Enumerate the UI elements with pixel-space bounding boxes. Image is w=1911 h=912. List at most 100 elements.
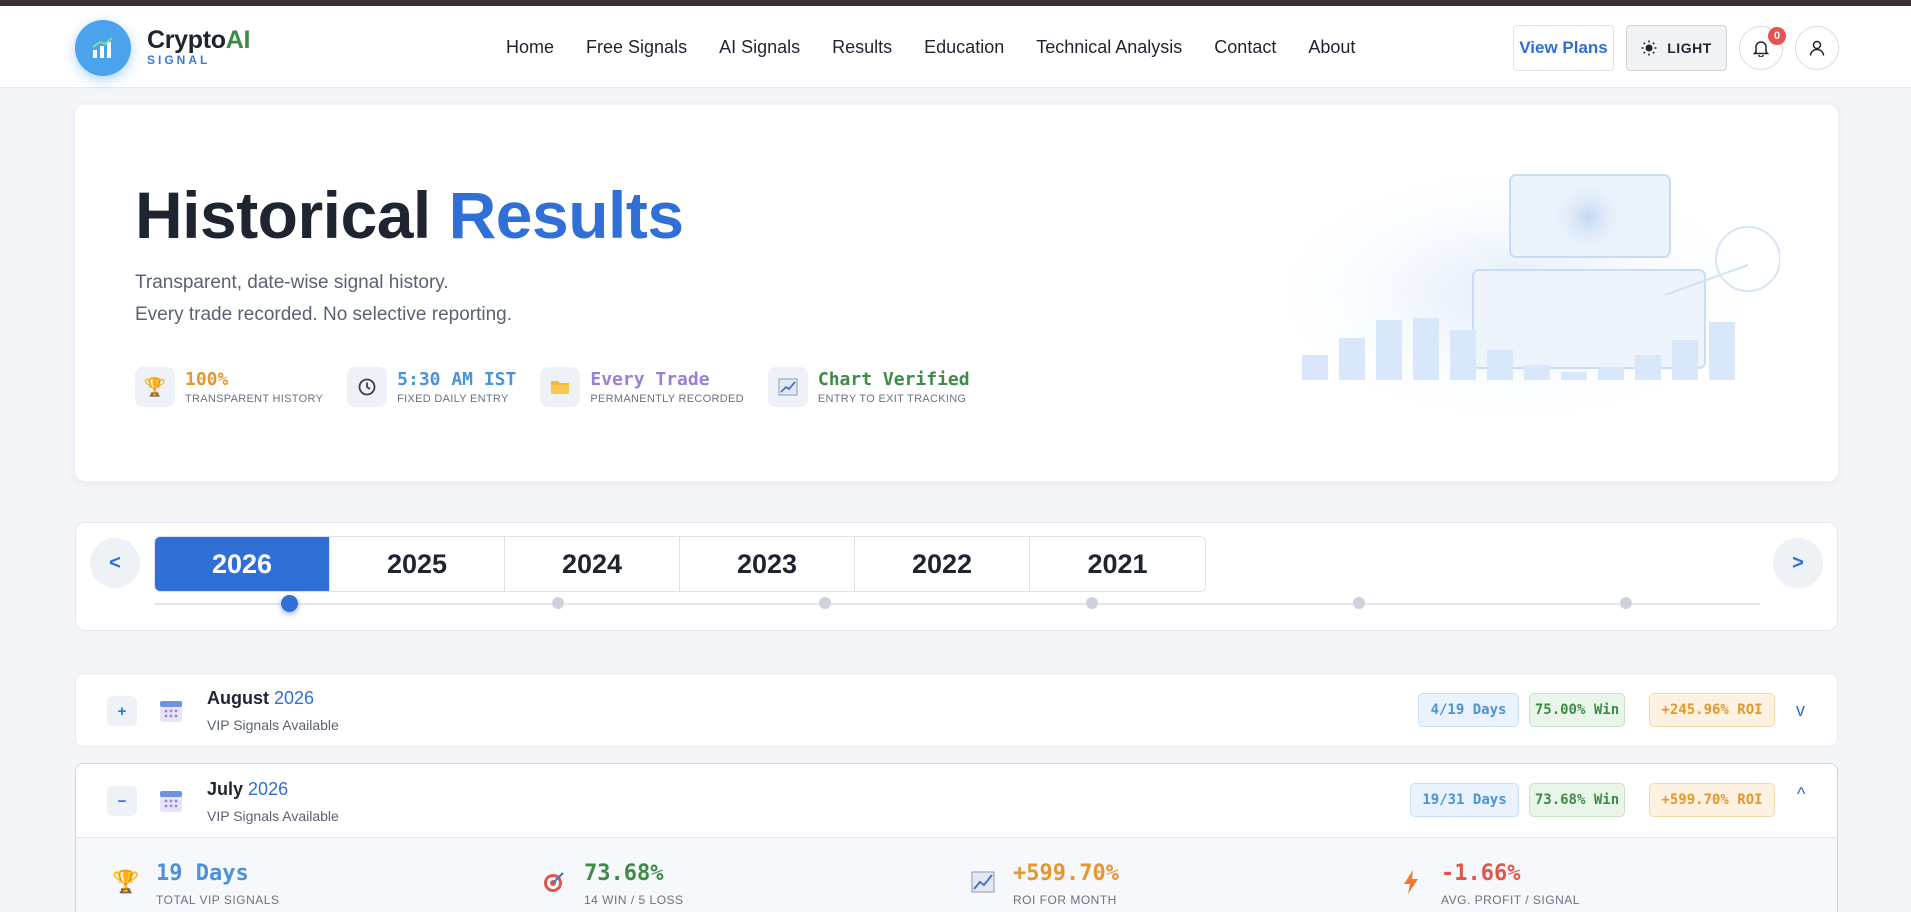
- page-title: Historical Results: [135, 177, 684, 253]
- calendar-icon: [160, 701, 182, 722]
- view-plans-button[interactable]: View Plans: [1513, 25, 1614, 71]
- july-details-panel: 🏆 19 Days TOTAL VIP SIGNALS 73.68% 14 WI…: [75, 837, 1838, 912]
- roi-badge: +599.70% ROI: [1649, 783, 1775, 817]
- year-tabs: 2026 2025 2024 2023 2022 2021: [154, 536, 1206, 592]
- prev-year-button[interactable]: <: [90, 538, 140, 588]
- detail-label: AVG. PROFIT / SIGNAL: [1441, 893, 1580, 907]
- calendar-icon: [160, 791, 182, 812]
- month-year: 2026: [274, 688, 315, 708]
- folder-icon: [540, 367, 581, 407]
- days-badge: 19/31 Days: [1410, 783, 1519, 817]
- stat-value: 100%: [185, 369, 229, 390]
- month-title: August 2026: [207, 688, 314, 709]
- timeline-dot[interactable]: [1086, 597, 1098, 609]
- nav-technical-analysis[interactable]: Technical Analysis: [1036, 37, 1182, 58]
- site-header: CryptoAI SIGNAL Home Free Signals AI Sig…: [0, 6, 1911, 88]
- bolt-icon: [1396, 867, 1426, 897]
- collapse-toggle-button[interactable]: −: [107, 786, 137, 816]
- chevron-down-icon[interactable]: v: [1796, 700, 1805, 721]
- detail-value: -1.66%: [1441, 861, 1521, 886]
- trophy-icon: 🏆: [112, 869, 140, 894]
- year-tab-2022[interactable]: 2022: [855, 537, 1030, 591]
- timeline-dot[interactable]: [819, 597, 831, 609]
- month-subtitle: VIP Signals Available: [207, 717, 339, 733]
- nav-home[interactable]: Home: [506, 37, 554, 58]
- stat-transparent-history: 🏆 100% TRANSPARENT HISTORY: [135, 367, 323, 407]
- year-tab-2023[interactable]: 2023: [680, 537, 855, 591]
- days-badge: 4/19 Days: [1418, 693, 1519, 727]
- detail-value: 19 Days: [156, 861, 249, 886]
- detail-label: ROI FOR MONTH: [1013, 893, 1117, 907]
- stat-every-trade: Every Trade PERMANENTLY RECORDED: [540, 367, 744, 407]
- main-nav: Home Free Signals AI Signals Results Edu…: [490, 6, 1371, 88]
- stat-chart-verified: Chart Verified ENTRY TO EXIT TRACKING: [767, 367, 970, 407]
- stat-label: FIXED DAILY ENTRY: [397, 393, 509, 405]
- brand-name-accent: AI: [225, 26, 251, 54]
- brand-name: Crypto: [147, 26, 226, 54]
- brand-tagline: SIGNAL: [147, 53, 211, 67]
- stat-label: TRANSPARENT HISTORY: [185, 393, 324, 405]
- chevron-up-icon[interactable]: ^: [1797, 784, 1805, 805]
- year-tab-2026[interactable]: 2026: [155, 537, 330, 591]
- expand-toggle-button[interactable]: +: [107, 696, 137, 726]
- trophy-icon: 🏆: [135, 367, 175, 407]
- month-year: 2026: [248, 779, 289, 799]
- hero-subtitle-line2: Every trade recorded. No selective repor…: [135, 304, 513, 325]
- stat-label: PERMANENTLY RECORDED: [590, 393, 744, 405]
- sun-icon: [1641, 40, 1657, 56]
- timeline-dot[interactable]: [1620, 597, 1632, 609]
- year-tab-2024[interactable]: 2024: [505, 537, 680, 591]
- nav-results[interactable]: Results: [832, 37, 892, 58]
- page-title-accent: Results: [448, 178, 684, 252]
- year-tab-2025[interactable]: 2025: [330, 537, 505, 591]
- detail-total-signals: 🏆 19 Days TOTAL VIP SIGNALS: [111, 861, 279, 907]
- stat-value: Every Trade: [590, 369, 710, 390]
- nav-ai-signals[interactable]: AI Signals: [719, 37, 800, 58]
- nav-education[interactable]: Education: [924, 37, 1004, 58]
- month-subtitle: VIP Signals Available: [207, 808, 339, 824]
- timeline-dot-active[interactable]: [281, 595, 298, 612]
- year-selector: < 2026 2025 2024 2023 2022 2021 >: [75, 522, 1838, 631]
- month-row-july[interactable]: − July 2026 VIP Signals Available 19/31 …: [75, 763, 1838, 838]
- year-tab-2021[interactable]: 2021: [1030, 537, 1205, 591]
- theme-toggle-button[interactable]: LIGHT: [1626, 25, 1727, 71]
- chart-icon: [767, 367, 808, 407]
- stat-value: 5:30 AM IST: [397, 369, 517, 390]
- roi-badge: +245.96% ROI: [1649, 693, 1775, 727]
- user-account-button[interactable]: [1795, 26, 1839, 70]
- next-year-button[interactable]: >: [1773, 538, 1823, 588]
- month-title: July 2026: [207, 779, 288, 800]
- theme-toggle-label: LIGHT: [1667, 40, 1712, 56]
- detail-value: +599.70%: [1013, 861, 1119, 886]
- notification-count-badge: 0: [1768, 27, 1786, 45]
- nav-free-signals[interactable]: Free Signals: [586, 37, 687, 58]
- stat-value: Chart Verified: [817, 369, 970, 390]
- logo-icon[interactable]: [75, 20, 131, 76]
- detail-avg-profit: -1.66% AVG. PROFIT / SIGNAL: [1396, 861, 1580, 907]
- detail-value: 73.68%: [584, 861, 664, 886]
- bell-icon: [1752, 41, 1770, 57]
- win-rate-badge: 73.68% Win: [1529, 783, 1625, 817]
- hero-subtitle-line1: Transparent, date-wise signal history.: [135, 272, 449, 293]
- detail-label: TOTAL VIP SIGNALS: [156, 893, 280, 907]
- brand-logo[interactable]: CryptoAI SIGNAL: [147, 26, 250, 67]
- clock-icon: [347, 367, 388, 407]
- month-name: July: [207, 779, 244, 799]
- timeline-dot[interactable]: [1353, 597, 1365, 609]
- stat-daily-entry: 5:30 AM IST FIXED DAILY ENTRY: [347, 367, 516, 407]
- nav-about[interactable]: About: [1308, 37, 1355, 58]
- hero-stats: 🏆 100% TRANSPARENT HISTORY 5:30 AM IST F…: [135, 367, 994, 407]
- page-title-main: Historical: [135, 178, 431, 252]
- nav-contact[interactable]: Contact: [1214, 37, 1276, 58]
- year-timeline-track: [154, 603, 1760, 605]
- target-icon: [539, 867, 569, 897]
- month-row-august[interactable]: + August 2026 VIP Signals Available 4/19…: [75, 673, 1838, 747]
- detail-win-rate: 73.68% 14 WIN / 5 LOSS: [539, 861, 684, 907]
- user-icon: [1809, 40, 1825, 56]
- timeline-dot[interactable]: [552, 597, 564, 609]
- win-rate-badge: 75.00% Win: [1529, 693, 1625, 727]
- detail-label: 14 WIN / 5 LOSS: [584, 893, 684, 907]
- detail-roi: +599.70% ROI FOR MONTH: [968, 861, 1119, 907]
- hero-card: Historical Results Transparent, date-wis…: [75, 105, 1838, 481]
- chart-icon: [968, 867, 998, 897]
